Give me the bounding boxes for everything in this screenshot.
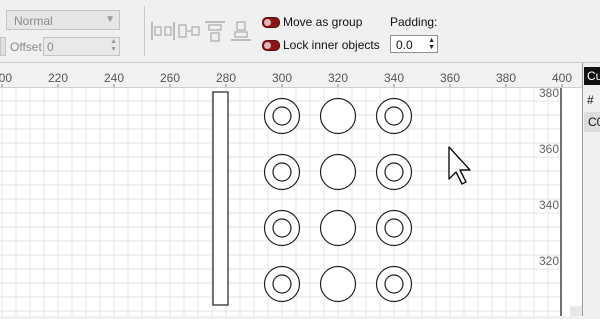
horizontal-ruler-svg: 200 220 240 260 280 300 320 340 360 380 400 xyxy=(0,71,572,87)
ruler-tick-label: 220 xyxy=(48,71,68,85)
ruler-tick-label: 280 xyxy=(216,71,236,85)
mode-combo-value: Normal xyxy=(14,14,53,28)
offset-value: 0 xyxy=(47,40,54,54)
padding-input[interactable]: 0.0 ▲ ▼ xyxy=(390,35,438,53)
column-header-number: # xyxy=(587,93,594,107)
ruler-tick-label: 400 xyxy=(552,71,572,85)
ruler-tick-label: 380 xyxy=(539,86,559,100)
spin-arrows-icon[interactable]: ▲ ▼ xyxy=(428,37,435,51)
circle-shape[interactable] xyxy=(375,209,413,247)
ruler-tick-label: 380 xyxy=(496,71,516,85)
align-vertical-distribute-icon[interactable] xyxy=(176,18,202,44)
ruler-tick-label: 360 xyxy=(539,142,559,156)
lock-inner-objects-label: Lock inner objects xyxy=(283,38,380,52)
circle-shape[interactable] xyxy=(263,97,301,135)
list-item[interactable]: C0 xyxy=(584,112,600,132)
ruler-tick-label: 240 xyxy=(104,71,124,85)
circle-shape[interactable] xyxy=(319,153,357,191)
circle-shape[interactable] xyxy=(375,265,413,303)
circle-shape[interactable] xyxy=(319,97,357,135)
panel-header[interactable]: Cu xyxy=(584,67,600,85)
canvas-svg: 380 360 340 320 xyxy=(0,63,562,316)
circle-shape[interactable] xyxy=(263,209,301,247)
align-bottom-icon[interactable] xyxy=(228,18,254,44)
right-panel: Cu # C0 xyxy=(582,63,600,316)
circle-shape[interactable] xyxy=(263,265,301,303)
ruler-tick-label: 300 xyxy=(272,71,292,85)
ruler-tick-label: 340 xyxy=(384,71,404,85)
list-item-label: C0 xyxy=(588,115,600,129)
padding-label: Padding: xyxy=(390,15,438,29)
design-canvas[interactable]: 380 360 340 320 xyxy=(0,63,582,316)
ruler-tick-label: 260 xyxy=(160,71,180,85)
toolbar-separator xyxy=(144,6,145,56)
circle-shape[interactable] xyxy=(375,97,413,135)
circle-shape[interactable] xyxy=(319,265,357,303)
left-edge-field xyxy=(0,37,6,56)
offset-label: Offset xyxy=(10,40,42,54)
align-top-icon[interactable] xyxy=(202,18,228,44)
horizontal-ruler: 200 220 240 260 280 300 320 340 360 380 400 xyxy=(0,63,582,88)
circle-shape[interactable] xyxy=(263,153,301,191)
ruler-tick-label: 320 xyxy=(328,71,348,85)
align-horizontal-icon[interactable] xyxy=(150,18,176,44)
padding-value: 0.0 xyxy=(396,38,413,52)
ruler-tick-label: 200 xyxy=(0,71,12,85)
cursor-arrow-icon xyxy=(448,146,471,185)
rectangle-shape[interactable] xyxy=(212,91,229,306)
chevron-down-icon: ▼ xyxy=(105,14,115,25)
lock-inner-objects-toggle[interactable] xyxy=(262,40,280,51)
ruler-tick-label: 320 xyxy=(539,254,559,268)
panel-header-label: Cu xyxy=(587,69,600,83)
mode-combo[interactable]: Normal ▼ xyxy=(6,10,120,30)
move-as-group-toggle[interactable] xyxy=(262,17,280,28)
spin-arrows-icon[interactable]: ▲ ▼ xyxy=(110,38,117,54)
toolbar: Normal ▼ Offset 0 ▲ ▼ Move as group Lock … xyxy=(0,0,600,63)
scrollbar-corner[interactable] xyxy=(570,306,582,316)
offset-input[interactable]: 0 ▲ ▼ xyxy=(43,37,120,56)
circle-shape[interactable] xyxy=(375,153,413,191)
circle-shape[interactable] xyxy=(319,209,357,247)
move-as-group-label: Move as group xyxy=(283,15,363,29)
ruler-tick-label: 340 xyxy=(539,198,559,212)
ruler-tick-label: 360 xyxy=(440,71,460,85)
